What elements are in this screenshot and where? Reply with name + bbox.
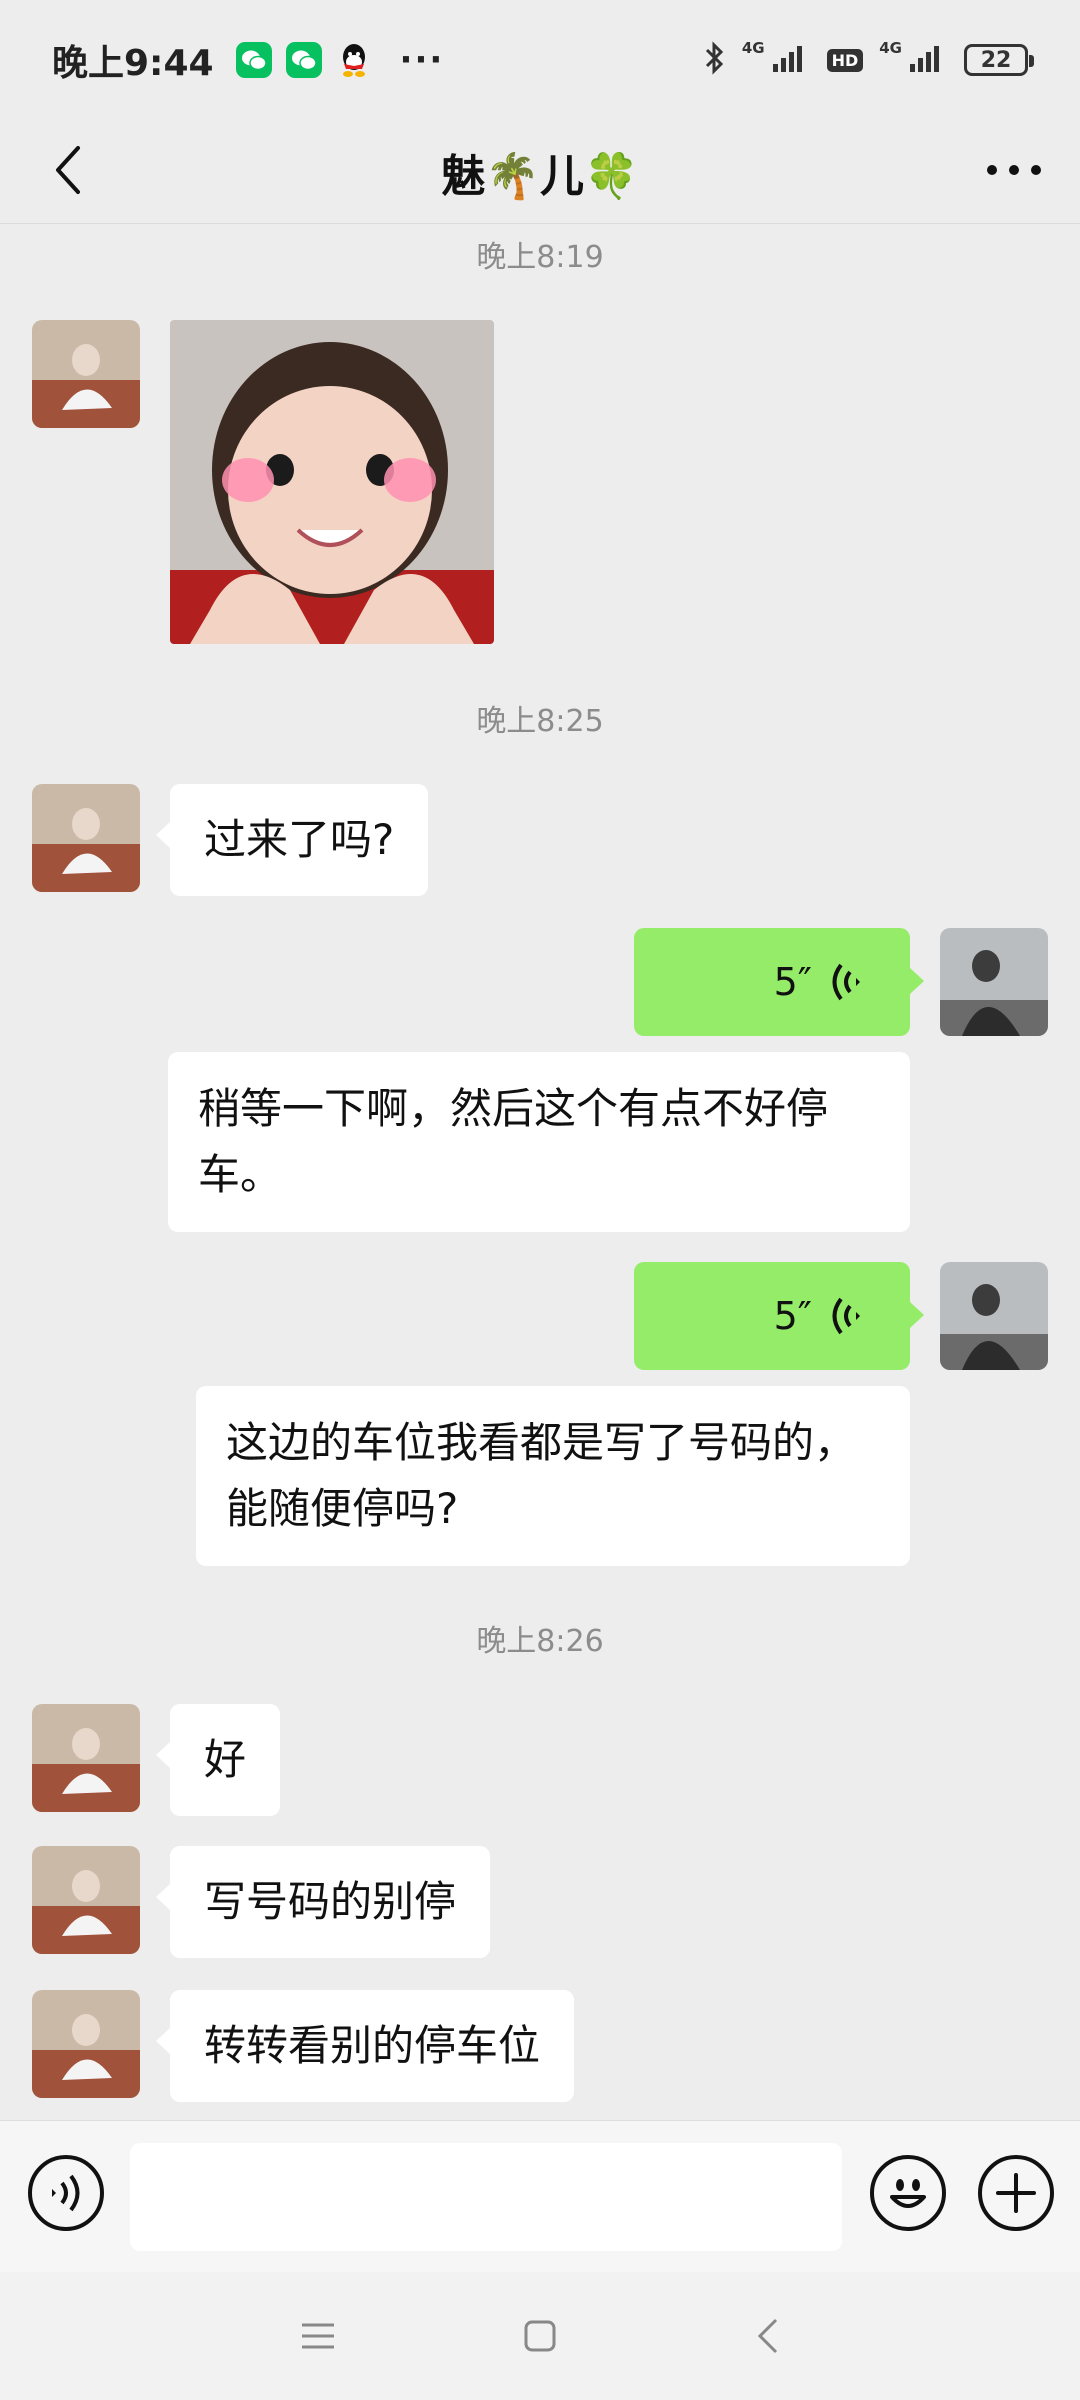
incoming-message-bubble[interactable]: 转转看别的停车位 xyxy=(155,1990,575,2102)
qq-notification-icon xyxy=(336,42,372,78)
more-dots-icon xyxy=(987,165,1041,175)
network-type-label: 4G xyxy=(741,39,765,57)
voice-message-bubble[interactable]: 5″ xyxy=(634,928,924,1036)
voice-duration: 5″ xyxy=(773,960,812,1004)
more-notifications-icon: ··· xyxy=(399,40,445,80)
chevron-left-icon xyxy=(56,146,80,194)
system-back-button[interactable] xyxy=(738,2306,798,2366)
message-timestamp: 晚上8:26 xyxy=(476,1624,604,1659)
signal-icon xyxy=(771,42,811,78)
incoming-message-bubble[interactable]: 好 xyxy=(155,1704,281,1816)
wechat-notification-icon xyxy=(285,42,322,78)
chat-more-button[interactable] xyxy=(978,138,1050,202)
status-right: 4G HD 4G 22 xyxy=(704,39,1034,80)
menu-lines-icon xyxy=(302,2323,334,2349)
recent-apps-button[interactable] xyxy=(288,2306,348,2366)
voice-icon xyxy=(52,2174,80,2212)
message-input-bar xyxy=(0,2120,1080,2272)
photo-message[interactable] xyxy=(170,320,494,644)
voice-wave-icon xyxy=(832,963,860,1001)
home-button[interactable] xyxy=(510,2306,570,2366)
emoji-icon xyxy=(890,2179,926,2208)
contact-avatar[interactable] xyxy=(32,1704,140,1812)
incoming-message-bubble[interactable]: 过来了吗? xyxy=(155,784,429,896)
plus-circle-icon xyxy=(996,2173,1036,2213)
wechat-notification-icon xyxy=(235,42,272,78)
emoji-button[interactable] xyxy=(870,2155,946,2231)
contact-avatar[interactable] xyxy=(32,1990,140,2098)
back-button[interactable] xyxy=(36,138,100,202)
chat-header: 魅🌴儿🍀 xyxy=(0,120,1080,224)
voice-duration: 5″ xyxy=(773,1294,812,1338)
my-avatar[interactable] xyxy=(940,1262,1048,1370)
status-bar: 晚上9:44 ··· 4G HD 4G 22 xyxy=(0,0,1080,120)
contact-avatar[interactable] xyxy=(32,320,140,428)
voice-transcript: 稍等一下啊，然后这个有点不好停车。 xyxy=(168,1052,910,1232)
more-functions-button[interactable] xyxy=(978,2155,1054,2231)
bluetooth-icon xyxy=(704,40,726,80)
status-time: 晚上9:44 xyxy=(52,43,214,84)
hd-badge: HD xyxy=(826,48,864,72)
chat-title: 魅🌴儿🍀 xyxy=(441,150,639,202)
message-timestamp: 晚上8:19 xyxy=(476,240,604,275)
incoming-message-bubble[interactable]: 写号码的别停 xyxy=(155,1846,491,1958)
my-avatar[interactable] xyxy=(940,928,1048,1036)
home-square-icon xyxy=(524,2320,556,2352)
back-arrow-icon xyxy=(757,2318,778,2354)
chat-screen: 晚上9:44 ··· 4G HD 4G 22 魅🌴儿🍀 晚上8:19 晚上8:2… xyxy=(0,0,1080,2400)
contact-avatar[interactable] xyxy=(32,1846,140,1954)
message-input[interactable] xyxy=(130,2143,842,2251)
signal-icon xyxy=(908,42,948,78)
network-type-label: 4G xyxy=(879,39,902,57)
voice-wave-icon xyxy=(832,1297,860,1335)
voice-transcript: 这边的车位我看都是写了号码的，能随便停吗? xyxy=(196,1386,910,1566)
battery-icon: 22 xyxy=(964,44,1034,76)
voice-message-bubble[interactable]: 5″ xyxy=(634,1262,924,1370)
message-list[interactable]: 晚上8:19 晚上8:25 过来了吗? 5″ 稍等一下啊，然后这个有点不好停车。… xyxy=(0,224,1080,2120)
voice-mode-button[interactable] xyxy=(28,2155,104,2231)
system-navigation-bar xyxy=(0,2272,1080,2400)
message-timestamp: 晚上8:25 xyxy=(476,704,604,739)
contact-avatar[interactable] xyxy=(32,784,140,892)
